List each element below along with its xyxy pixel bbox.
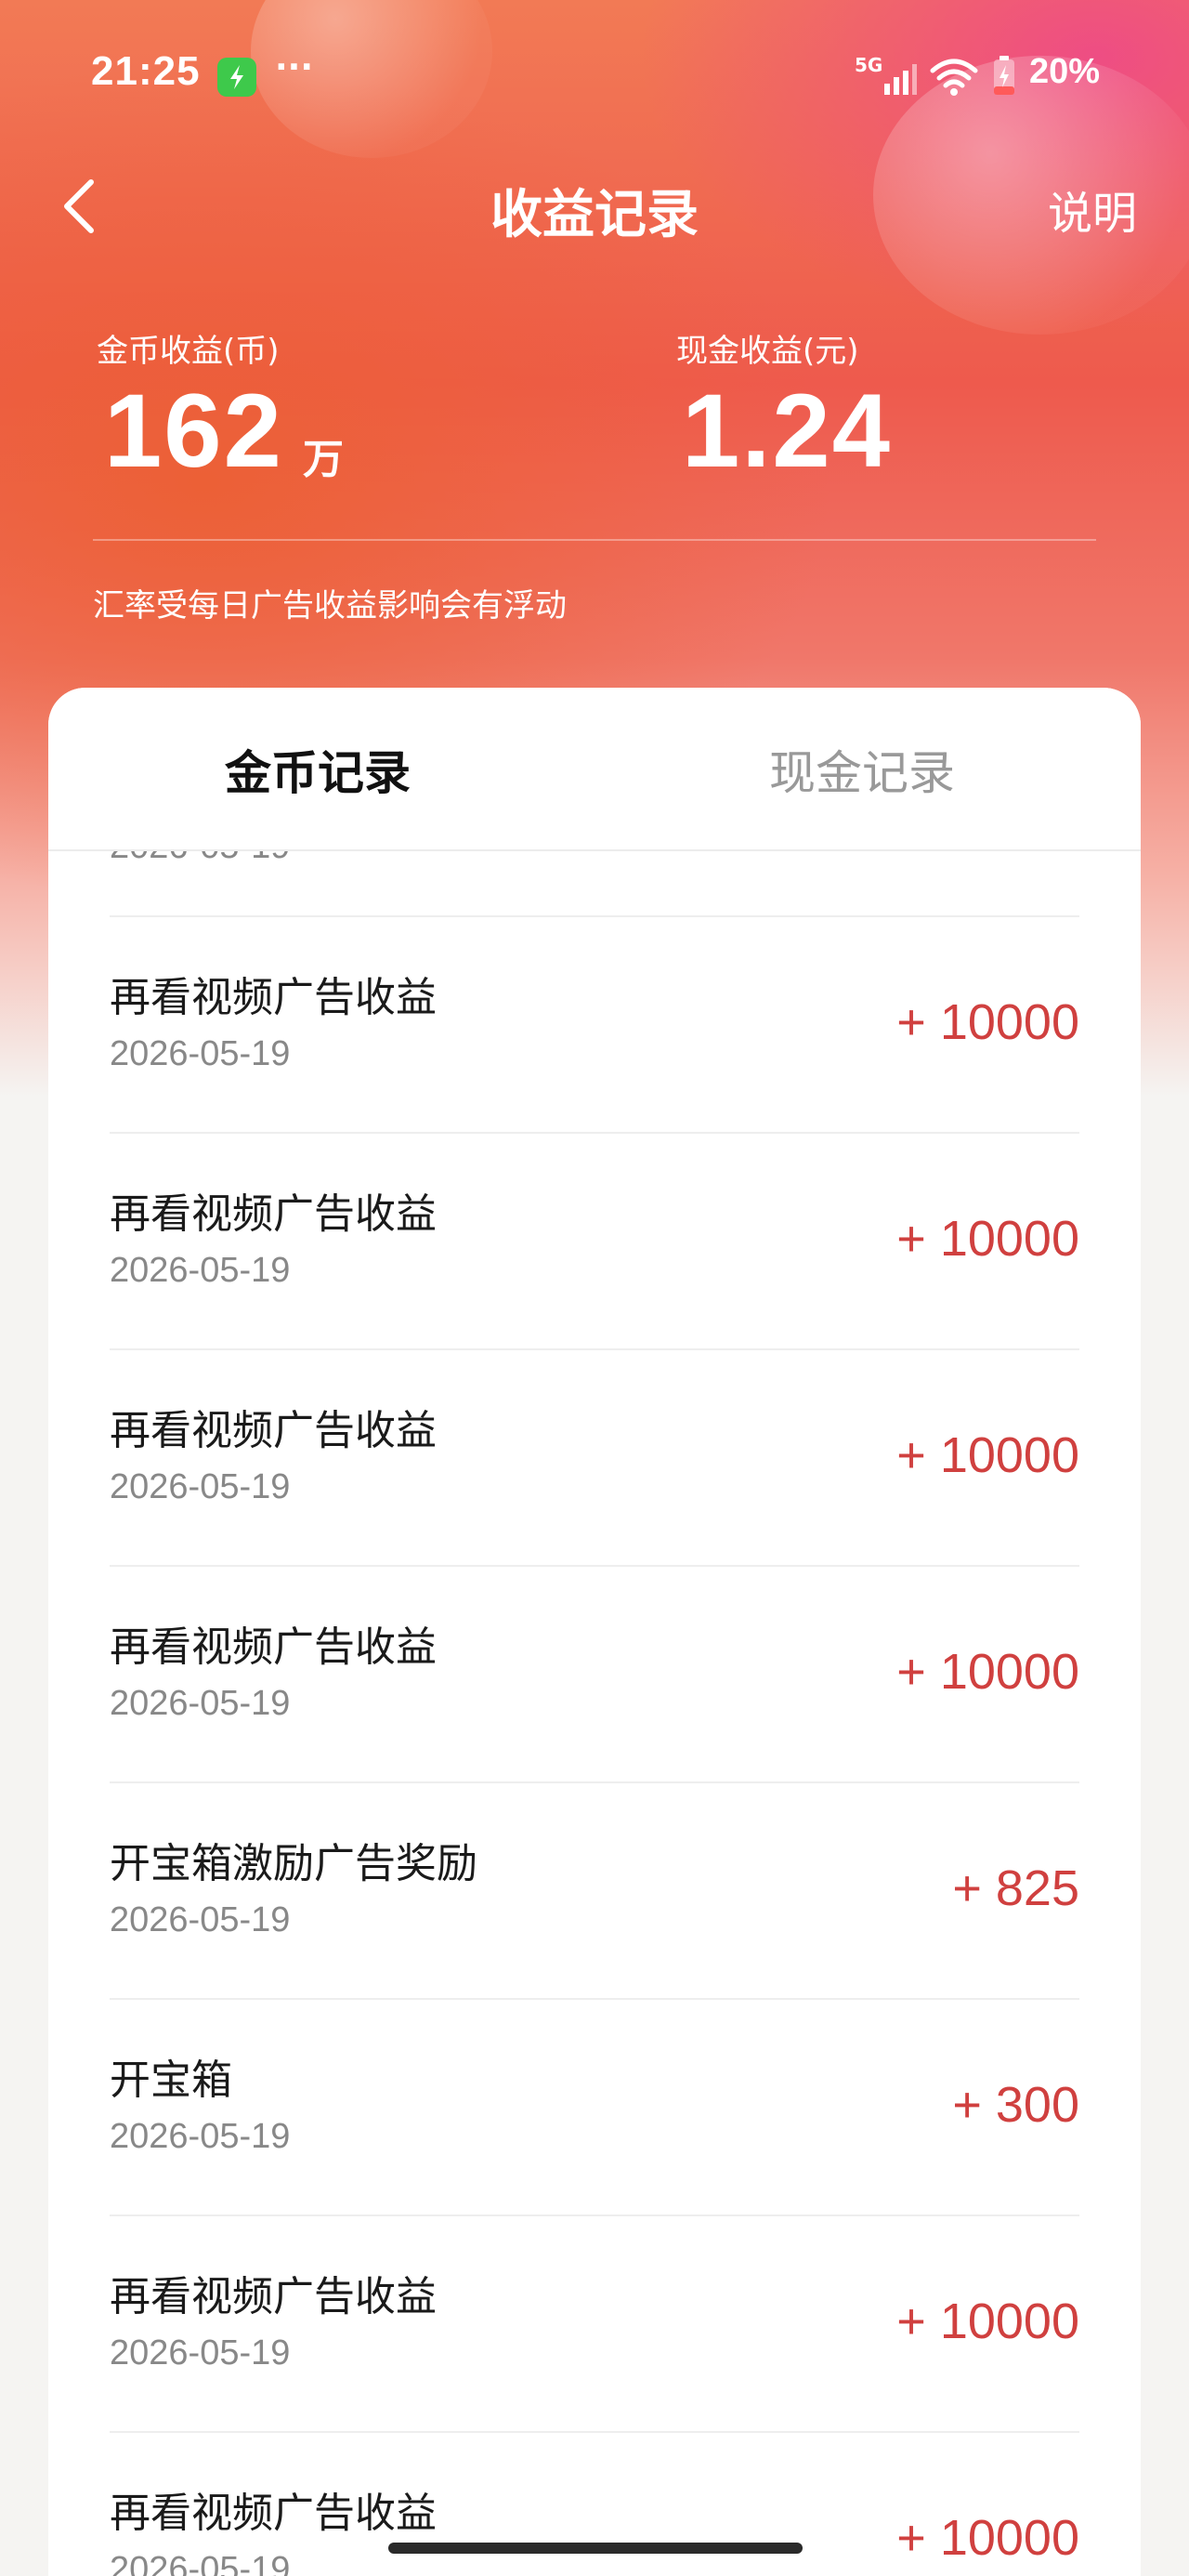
record-tabs: 金币记录 现金记录 <box>48 688 1141 851</box>
list-item[interactable]: 开宝箱 2026-05-19 + 300 <box>110 2000 1079 2216</box>
network-type: 5G <box>855 54 883 76</box>
record-date: 2026-05-19 <box>110 1251 291 1290</box>
more-notifications-icon: ··· <box>275 48 314 86</box>
list-item[interactable]: 再看视频广告收益 2026-05-19 + 10000 <box>110 917 1079 1134</box>
status-time: 21:25 <box>91 48 201 94</box>
tab-coin-records[interactable]: 金币记录 <box>225 736 411 803</box>
status-bar: 21:25 ··· 5G 20% <box>0 0 1189 153</box>
record-amount: + 10000 <box>896 2510 1079 2566</box>
list-item[interactable]: 再看视频广告收益 2026-05-19 + 10000 <box>110 1567 1079 1783</box>
coin-earnings-value: 162 <box>104 373 283 489</box>
record-date: 2026-05-19 <box>110 1467 291 1506</box>
record-amount: + 825 <box>952 1860 1079 1916</box>
record-date: 2026-05-19 <box>110 1684 291 1723</box>
record-title: 开宝箱 <box>110 2057 232 2104</box>
battery-icon <box>994 56 1014 95</box>
record-title: 再看视频广告收益 <box>110 1190 437 1238</box>
wifi-icon <box>930 59 978 96</box>
record-date: 2026-05-19 <box>110 1900 291 1939</box>
tab-cash-records[interactable]: 现金记录 <box>769 736 955 803</box>
page-title: 收益记录 <box>490 185 699 245</box>
record-title: 再看视频广告收益 <box>110 974 437 1021</box>
record-amount: + 10000 <box>896 994 1079 1050</box>
record-amount: + 300 <box>952 2077 1079 2133</box>
battery-percentage: 20% <box>1029 52 1101 91</box>
summary-divider <box>93 539 1096 541</box>
record-title: 开宝箱激励广告奖励 <box>110 1840 477 1887</box>
earnings-record-screen: 21:25 ··· 5G 20% 收益记录 说明 金币收益(币) 162 万 现… <box>0 0 1189 2576</box>
cash-earnings-label: 现金收益(元) <box>676 333 859 370</box>
record-title: 再看视频广告收益 <box>110 1407 437 1454</box>
record-amount: + 10000 <box>896 1211 1079 1267</box>
list-item[interactable]: 开宝箱激励广告奖励 2026-05-19 + 825 <box>110 1783 1079 2000</box>
records-card: 2026-05-19 再看视频广告收益 2026-05-19 + 10000 再… <box>48 688 1141 2576</box>
help-link[interactable]: 说明 <box>1048 177 1137 242</box>
list-item[interactable]: 再看视频广告收益 2026-05-19 + 10000 <box>110 2433 1079 2576</box>
record-date: 2026-05-19 <box>110 2117 291 2156</box>
signal-icon <box>884 64 917 95</box>
record-date: 2026-05-19 <box>110 1034 291 1073</box>
record-date: 2026-05-19 <box>110 2333 291 2372</box>
record-amount: + 10000 <box>896 1644 1079 1700</box>
coin-earnings-unit: 万 <box>303 436 344 483</box>
cash-earnings-value: 1.24 <box>682 373 892 489</box>
record-date: 2026-05-19 <box>110 2550 291 2576</box>
record-title: 再看视频广告收益 <box>110 1623 437 1671</box>
record-amount: + 10000 <box>896 1427 1079 1483</box>
record-title: 再看视频广告收益 <box>110 2273 437 2320</box>
app-notification-icon <box>217 58 256 97</box>
list-item[interactable]: 再看视频广告收益 2026-05-19 + 10000 <box>110 2216 1079 2433</box>
record-title: 再看视频广告收益 <box>110 2490 437 2537</box>
home-indicator[interactable] <box>388 2543 803 2554</box>
coin-earnings-label: 金币收益(币) <box>97 333 280 370</box>
exchange-rate-note: 汇率受每日广告收益影响会有浮动 <box>93 587 567 624</box>
list-item[interactable]: 再看视频广告收益 2026-05-19 + 10000 <box>110 1350 1079 1567</box>
record-amount: + 10000 <box>896 2293 1079 2349</box>
list-item[interactable]: 再看视频广告收益 2026-05-19 + 10000 <box>110 1134 1079 1350</box>
